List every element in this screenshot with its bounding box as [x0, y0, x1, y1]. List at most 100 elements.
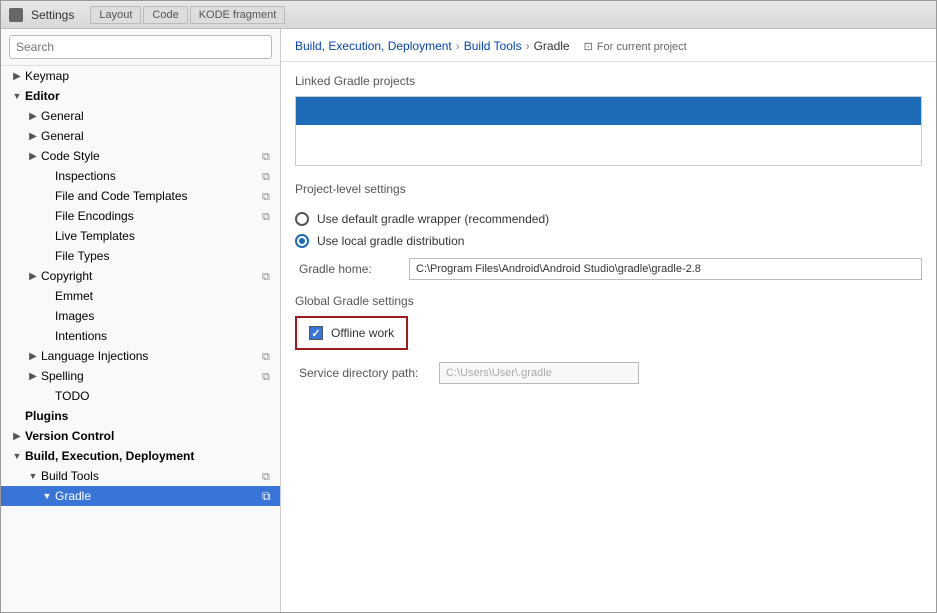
main-panel: Build, Execution, Deployment › Build Too…: [281, 29, 936, 612]
search-input[interactable]: [9, 35, 272, 59]
sidebar-item-live-templates[interactable]: ▶ Live Templates: [1, 226, 280, 246]
linked-projects-title: Linked Gradle projects: [295, 74, 922, 88]
breadcrumb-sep-1: ›: [456, 39, 460, 53]
spelling-label: Spelling: [41, 369, 262, 383]
sidebar-item-emmet[interactable]: ▶ Emmet: [1, 286, 280, 306]
sidebar-item-code-style[interactable]: ▶ Code Style: [1, 146, 280, 166]
search-box: [1, 29, 280, 66]
sidebar-item-inspections[interactable]: ▶ Inspections: [1, 166, 280, 186]
sidebar-item-gradle[interactable]: ▼ Gradle ⧉: [1, 486, 280, 506]
sidebar-item-file-types[interactable]: ▶ File Types: [1, 246, 280, 266]
colors-fonts-label: General: [41, 129, 280, 143]
file-types-label: File Types: [55, 249, 280, 263]
code-style-copy-icon: [262, 149, 276, 163]
editor-label: Editor: [25, 89, 280, 103]
window-title: Settings: [31, 8, 74, 22]
titlebar-tab-1[interactable]: Layout: [90, 6, 141, 24]
gradle-home-label: Gradle home:: [299, 262, 399, 276]
settings-window: Settings Layout Code KODE fragment ▶ Key…: [0, 0, 937, 613]
sidebar-item-keymap[interactable]: ▶ Keymap: [1, 66, 280, 86]
breadcrumb-build-tools: Build Tools: [464, 39, 522, 53]
build-exec-deploy-label: Build, Execution, Deployment: [25, 449, 280, 463]
inspections-copy-icon: [262, 169, 276, 183]
linked-projects-selected-row: [296, 97, 921, 125]
spelling-copy-icon: [262, 369, 276, 383]
lang-injections-label: Language Injections: [41, 349, 262, 363]
plugins-label: Plugins: [25, 409, 280, 423]
gradle-home-input[interactable]: [409, 258, 922, 280]
lang-inj-copy-icon: [262, 349, 276, 363]
service-dir-input[interactable]: [439, 362, 639, 384]
radio-option1-circle[interactable]: [295, 212, 309, 226]
sidebar-item-file-encodings[interactable]: ▶ File Encodings: [1, 206, 280, 226]
panel-header: Build, Execution, Deployment › Build Too…: [281, 29, 936, 62]
spelling-arrow: ▶: [25, 371, 41, 382]
intentions-label: Intentions: [55, 329, 280, 343]
todo-label: TODO: [55, 389, 280, 403]
offline-work-label: Offline work: [331, 326, 394, 340]
titlebar-tab-3[interactable]: KODE fragment: [190, 6, 286, 24]
sidebar-item-version-control[interactable]: ▶ Version Control: [1, 426, 280, 446]
sidebar-item-plugins[interactable]: ▶ Plugins: [1, 406, 280, 426]
build-tools-arrow: ▼: [25, 471, 41, 481]
radio-option2-circle[interactable]: [295, 234, 309, 248]
file-code-templates-label: File and Code Templates: [55, 189, 262, 203]
titlebar-tab-2[interactable]: Code: [143, 6, 187, 24]
file-code-copy-icon: [262, 189, 276, 203]
gradle-label: Gradle: [55, 489, 262, 503]
keymap-arrow: ▶: [9, 71, 25, 82]
breadcrumb-sep-2: ›: [526, 39, 530, 53]
gradle-copy-icon: ⧉: [262, 489, 276, 503]
sidebar-item-build-tools[interactable]: ▼ Build Tools: [1, 466, 280, 486]
for-current-project: For current project: [584, 40, 687, 53]
gradle-arrow: ▼: [39, 491, 55, 501]
radio-item-2-wrapper[interactable]: Use local gradle distribution: [295, 234, 922, 248]
sidebar-item-file-code-templates[interactable]: ▶ File and Code Templates: [1, 186, 280, 206]
sidebar-item-copyright[interactable]: ▶ Copyright: [1, 266, 280, 286]
vc-arrow: ▶: [9, 431, 25, 442]
sidebar-item-lang-injections[interactable]: ▶ Language Injections: [1, 346, 280, 366]
sidebar-item-build-exec-deploy[interactable]: ▼ Build, Execution, Deployment: [1, 446, 280, 466]
radio-option1-label: Use default gradle wrapper (recommended): [317, 212, 549, 226]
titlebar-tabs: Layout Code KODE fragment: [90, 6, 285, 24]
main-content: ▶ Keymap ▼ Editor ▶ General ▶ General ▶: [1, 29, 936, 612]
offline-work-box[interactable]: Offline work: [295, 316, 408, 350]
sidebar-item-general[interactable]: ▶ General: [1, 106, 280, 126]
offline-work-checkbox[interactable]: [309, 326, 323, 340]
images-label: Images: [55, 309, 280, 323]
sidebar-item-images[interactable]: ▶ Images: [1, 306, 280, 326]
general-label: General: [41, 109, 280, 123]
service-dir-row: Service directory path:: [295, 362, 922, 384]
code-style-arrow: ▶: [25, 151, 41, 162]
emmet-label: Emmet: [55, 289, 280, 303]
editor-arrow: ▼: [9, 91, 25, 101]
radio-item-wrapper[interactable]: Use default gradle wrapper (recommended): [295, 212, 922, 226]
code-style-label: Code Style: [41, 149, 262, 163]
colors-fonts-arrow: ▶: [25, 131, 41, 142]
build-tools-copy-icon: [262, 469, 276, 483]
radio-option2-label: Use local gradle distribution: [317, 234, 464, 248]
file-encodings-label: File Encodings: [55, 209, 262, 223]
live-templates-label: Live Templates: [55, 229, 280, 243]
build-tools-label: Build Tools: [41, 469, 262, 483]
general-arrow: ▶: [25, 111, 41, 122]
sidebar-item-todo[interactable]: ▶ TODO: [1, 386, 280, 406]
app-icon: [9, 8, 23, 22]
global-gradle-section: Global Gradle settings Offline work: [295, 294, 922, 362]
copyright-label: Copyright: [41, 269, 262, 283]
sidebar-item-intentions[interactable]: ▶ Intentions: [1, 326, 280, 346]
copyright-copy-icon: [262, 269, 276, 283]
bed-arrow: ▼: [9, 451, 25, 461]
titlebar: Settings Layout Code KODE fragment: [1, 1, 936, 29]
sidebar-item-colors-fonts[interactable]: ▶ General: [1, 126, 280, 146]
breadcrumb: Build, Execution, Deployment › Build Too…: [295, 39, 922, 53]
sidebar-item-editor[interactable]: ▼ Editor: [1, 86, 280, 106]
radio-group: Use default gradle wrapper (recommended)…: [295, 212, 922, 248]
file-enc-copy-icon: [262, 209, 276, 223]
service-dir-label: Service directory path:: [299, 366, 429, 380]
panel-body: Linked Gradle projects Project-level set…: [281, 62, 936, 396]
version-control-label: Version Control: [25, 429, 280, 443]
sidebar-item-spelling[interactable]: ▶ Spelling: [1, 366, 280, 386]
linked-projects-box[interactable]: [295, 96, 922, 166]
project-level-title: Project-level settings: [295, 182, 922, 196]
